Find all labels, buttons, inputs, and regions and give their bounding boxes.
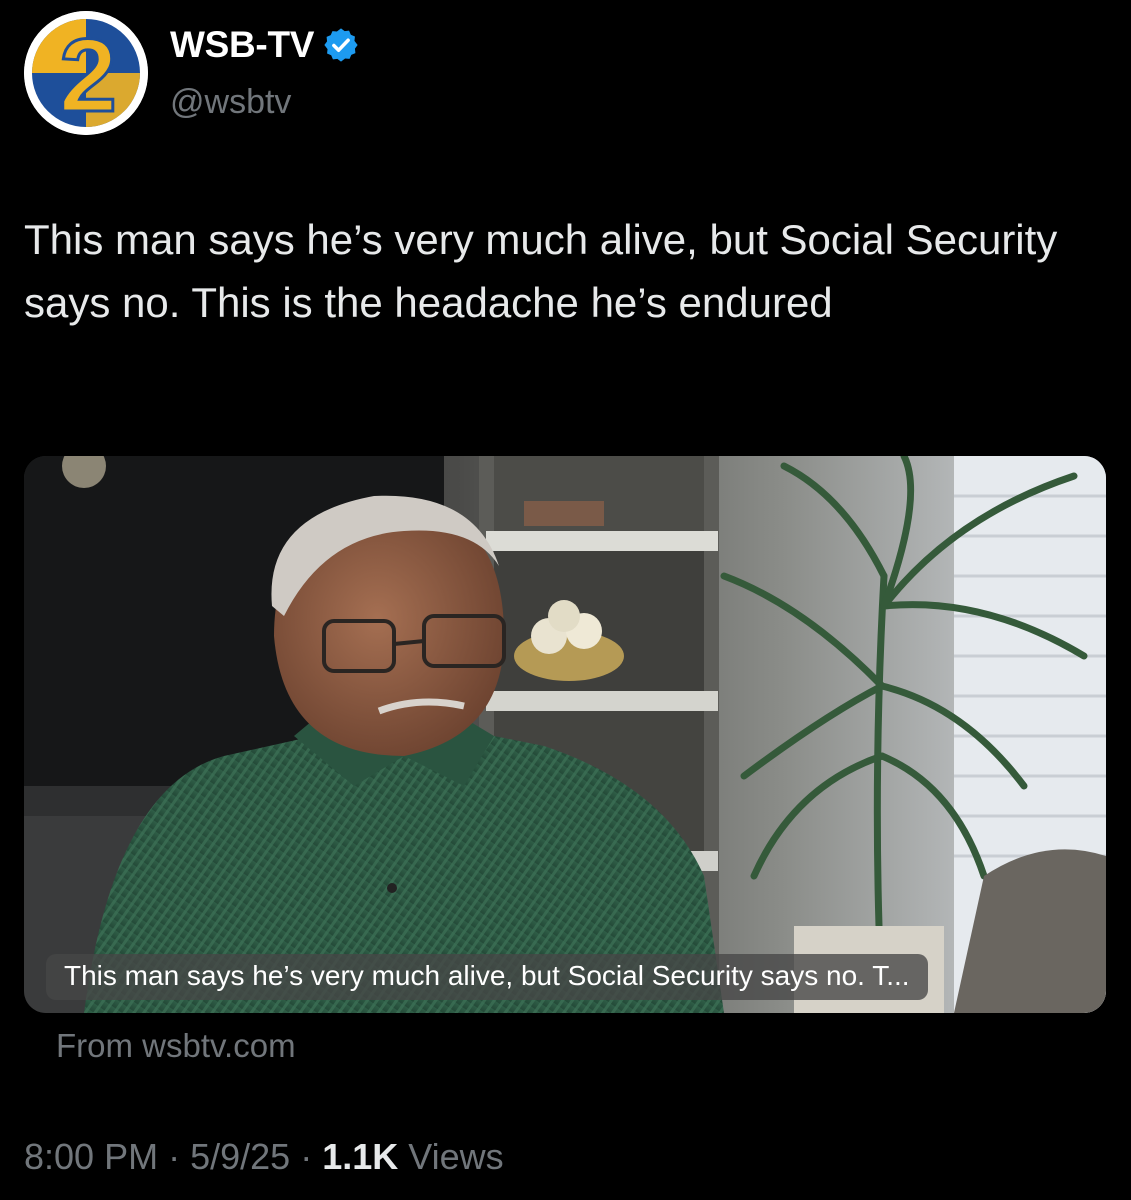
- user-handle[interactable]: @wsbtv: [170, 83, 291, 122]
- verified-badge-icon: [322, 26, 360, 64]
- svg-text:2: 2: [59, 18, 117, 134]
- video-caption: This man says he’s very much alive, but …: [46, 954, 928, 1000]
- wsb-logo-icon: 2: [24, 11, 148, 135]
- tweet-date[interactable]: 5/9/25: [190, 1136, 290, 1177]
- tweet-time[interactable]: 8:00 PM: [24, 1136, 158, 1177]
- source-link[interactable]: From wsbtv.com: [56, 1027, 296, 1065]
- display-name[interactable]: WSB-TV: [170, 24, 360, 66]
- views-count: 1.1K: [322, 1136, 399, 1177]
- link-card-media[interactable]: This man says he’s very much alive, but …: [24, 456, 1106, 1013]
- display-name-text: WSB-TV: [170, 24, 315, 65]
- meta-separator: ·: [168, 1136, 181, 1177]
- avatar[interactable]: 2: [24, 11, 148, 135]
- video-thumbnail: [24, 456, 1106, 1013]
- tweet-text: This man says he’s very much alive, but …: [24, 216, 1058, 326]
- tweet-meta: 8:00 PM · 5/9/25 · 1.1K Views: [24, 1136, 504, 1178]
- views-label: Views: [408, 1136, 504, 1177]
- meta-separator: ·: [300, 1136, 313, 1177]
